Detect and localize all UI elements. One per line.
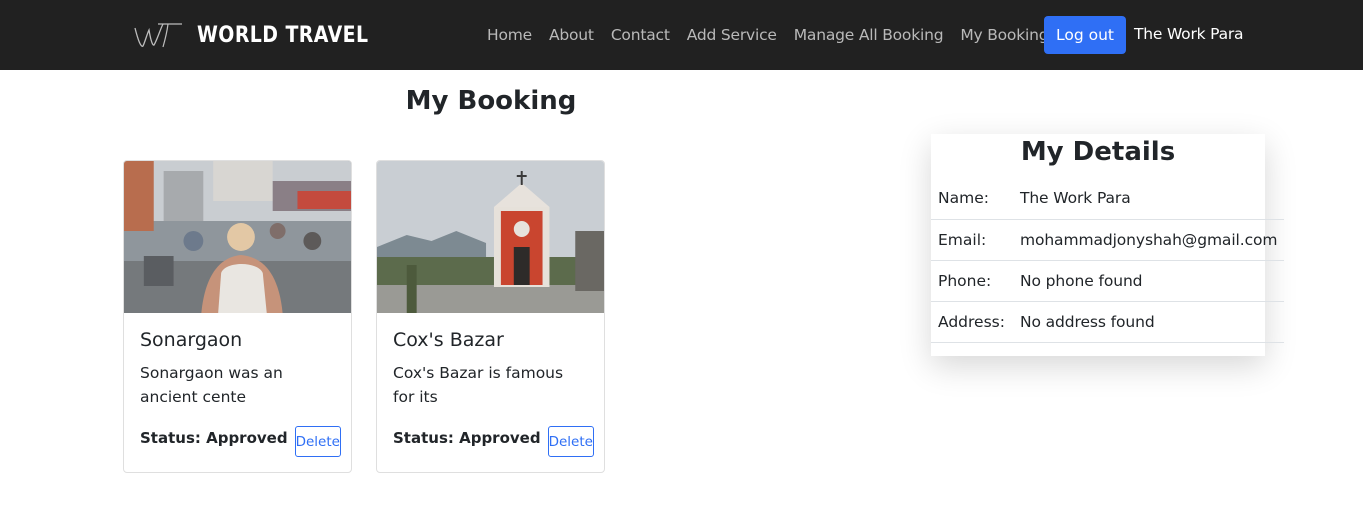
nav-link-about[interactable]: About (549, 26, 594, 44)
nav-link-home[interactable]: Home (487, 26, 532, 44)
details-row-email: Email: mohammadjonyshah@gmail.com (931, 219, 1285, 261)
details-value: No address found (1011, 301, 1285, 343)
nav-link-add-service[interactable]: Add Service (687, 26, 777, 44)
details-value: No phone found (1011, 260, 1285, 302)
booking-image-street (124, 161, 351, 313)
booking-title: Sonargaon (140, 329, 243, 351)
details-row-name: Name: The Work Para (931, 178, 1285, 220)
booking-status: Status: Approved (393, 429, 541, 447)
booking-image-church (377, 161, 604, 313)
nav-links: Home About Contact Add Service Manage Al… (487, 0, 1065, 70)
details-value: The Work Para (1011, 178, 1285, 220)
brand-logo[interactable]: WORLD TRAVEL (132, 18, 396, 52)
nav-link-manage-all-booking[interactable]: Manage All Booking (794, 26, 944, 44)
booking-description: Cox's Bazar is famous for its (393, 364, 564, 406)
logout-button[interactable]: Log out (1044, 16, 1126, 54)
navbar: WORLD TRAVEL Home About Contact Add Serv… (0, 0, 1363, 70)
nav-link-my-booking[interactable]: My Booking (960, 26, 1048, 44)
details-label: Address: (931, 301, 1012, 343)
delete-booking-button[interactable]: Delete (294, 426, 341, 457)
my-details-panel: My Details Name: The Work Para Email: mo… (931, 134, 1285, 356)
booking-title: Cox's Bazar (393, 329, 504, 351)
details-label: Email: (931, 219, 1012, 261)
booking-description: Sonargaon was an ancient cente (140, 364, 283, 406)
booking-card: Cox's Bazar Cox's Bazar is famous for it… (376, 160, 605, 473)
details-table: Name: The Work Para Email: mohammadjonys… (931, 178, 1285, 343)
details-label: Phone: (931, 260, 1012, 302)
nav-link-contact[interactable]: Contact (611, 26, 670, 44)
details-row-address: Address: No address found (931, 301, 1285, 343)
details-label: Name: (931, 178, 1012, 220)
booking-card: Sonargaon Sonargaon was an ancient cente… (123, 160, 352, 473)
nav-user-name: The Work Para (1134, 25, 1244, 43)
page-title: My Booking (405, 86, 577, 116)
details-title: My Details (1020, 137, 1176, 167)
wt-monogram-icon (134, 23, 182, 48)
details-row-phone: Phone: No phone found (931, 260, 1285, 302)
details-value: mohammadjonyshah@gmail.com (1011, 219, 1285, 261)
brand-name: WORLD TRAVEL (197, 22, 369, 48)
delete-booking-button[interactable]: Delete (547, 426, 594, 457)
booking-status: Status: Approved (140, 429, 288, 447)
